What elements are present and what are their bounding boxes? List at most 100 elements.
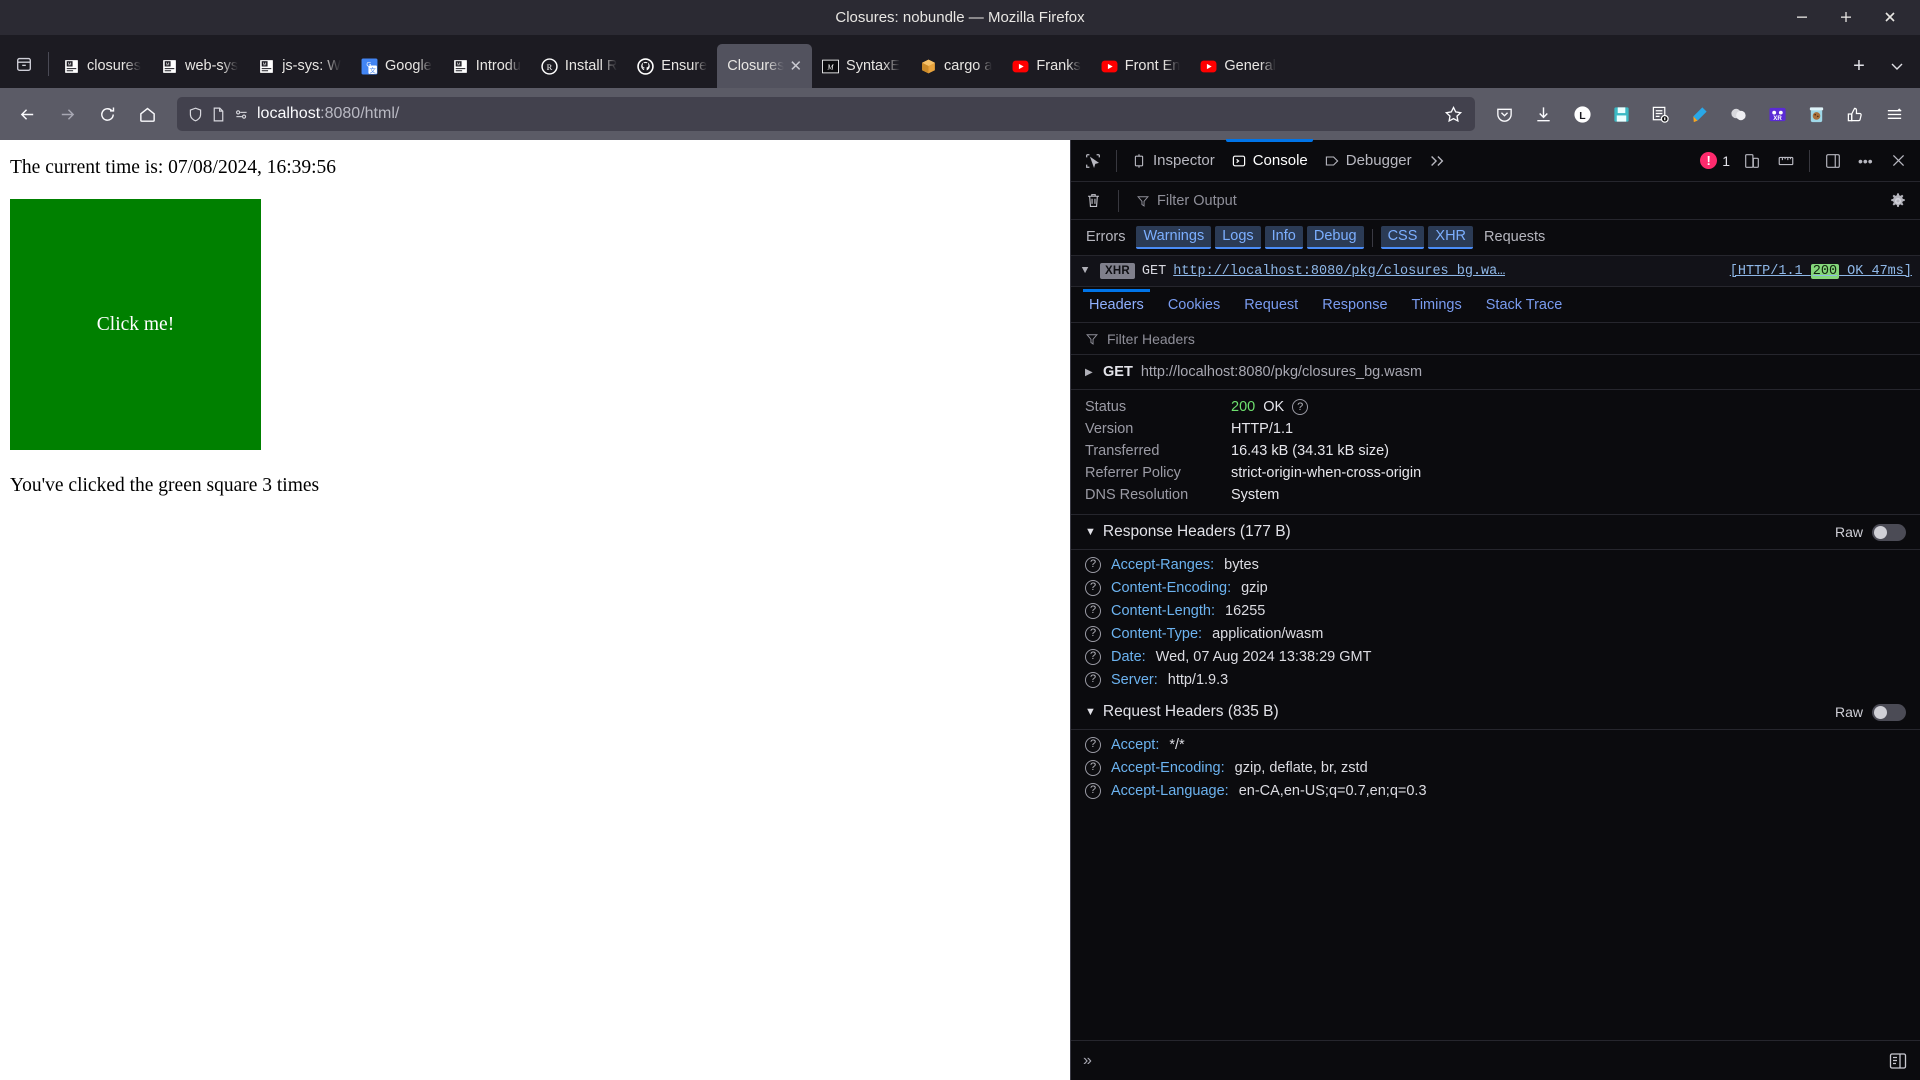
- browser-tab[interactable]: General: [1190, 44, 1286, 88]
- filter-headers-input[interactable]: Filter Headers: [1071, 323, 1920, 355]
- browser-tab[interactable]: Ensure: [627, 44, 717, 88]
- network-tab-headers[interactable]: Headers: [1077, 288, 1156, 320]
- readability-icon[interactable]: [1642, 97, 1678, 131]
- level-filter-info[interactable]: Info: [1264, 226, 1303, 249]
- level-filter-xhr[interactable]: XHR: [1428, 226, 1474, 249]
- request-headers-group-title[interactable]: ▼ Request Headers (835 B) Raw: [1071, 695, 1920, 730]
- highlighter-icon[interactable]: [1681, 97, 1717, 131]
- level-filter-css[interactable]: CSS: [1380, 226, 1425, 249]
- back-button[interactable]: [8, 97, 46, 131]
- browser-tab[interactable]: M SyntaxE: [812, 44, 910, 88]
- help-icon[interactable]: ?: [1292, 399, 1309, 415]
- browser-tab-label: js-sys: W: [282, 58, 341, 74]
- help-icon[interactable]: ?: [1085, 556, 1101, 573]
- console-eval-chevron[interactable]: »: [1083, 1052, 1092, 1070]
- reload-button[interactable]: [88, 97, 126, 131]
- trash-icon[interactable]: [1079, 188, 1107, 214]
- network-tab-request[interactable]: Request: [1232, 290, 1310, 320]
- help-icon[interactable]: ?: [1085, 736, 1101, 753]
- shield-icon[interactable]: [187, 106, 204, 123]
- list-all-tabs-button[interactable]: [1878, 44, 1916, 88]
- request-raw-toggle[interactable]: [1872, 703, 1906, 721]
- close-devtools-button[interactable]: [1883, 145, 1914, 177]
- measure-icon[interactable]: [1770, 145, 1802, 177]
- response-status-link[interactable]: [HTTP/1.1 200 OK 47ms]: [1730, 263, 1912, 279]
- tab-inspector[interactable]: Inspector: [1124, 145, 1222, 177]
- response-headers-group-title[interactable]: ▼ Response Headers (177 B) Raw: [1071, 515, 1920, 550]
- help-icon[interactable]: ?: [1085, 579, 1101, 596]
- responsive-design-mode-icon[interactable]: [1736, 145, 1768, 177]
- response-raw-toggle-wrap[interactable]: Raw: [1835, 523, 1906, 541]
- url-bar[interactable]: localhost:8080/html/: [177, 97, 1475, 131]
- close-tab-icon[interactable]: ✕: [789, 57, 802, 75]
- help-icon[interactable]: ?: [1085, 625, 1101, 642]
- element-picker-icon[interactable]: [1077, 145, 1109, 177]
- cookie-jar-icon[interactable]: [1798, 97, 1834, 131]
- page-info-icon[interactable]: [211, 106, 226, 123]
- tab-debugger[interactable]: Debugger: [1317, 145, 1419, 177]
- tracking-protection-icon[interactable]: [233, 106, 250, 123]
- response-headers-twisty[interactable]: ▼: [1085, 526, 1096, 538]
- request-headers-twisty[interactable]: ▼: [1085, 706, 1096, 718]
- tab-console[interactable]: Console: [1224, 138, 1315, 177]
- close-window-button[interactable]: [1868, 0, 1912, 35]
- request-raw-toggle-wrap[interactable]: Raw: [1835, 703, 1906, 721]
- help-icon[interactable]: ?: [1085, 782, 1101, 799]
- filter-output-input[interactable]: Filter Output: [1130, 193, 1878, 209]
- level-filter-requests[interactable]: Requests: [1477, 227, 1552, 248]
- request-summary-row[interactable]: ▶ GET http://localhost:8080/pkg/closures…: [1071, 355, 1920, 390]
- network-tab-stack-trace[interactable]: Stack Trace: [1474, 290, 1575, 320]
- network-tab-cookies[interactable]: Cookies: [1156, 290, 1232, 320]
- browser-tab[interactable]: Front En: [1091, 44, 1191, 88]
- app-menu-icon[interactable]: [1876, 97, 1912, 131]
- level-filter-debug[interactable]: Debug: [1306, 226, 1364, 249]
- network-tab-timings[interactable]: Timings: [1400, 290, 1474, 320]
- error-count-badge[interactable]: ! 1: [1696, 152, 1734, 169]
- maximize-button[interactable]: [1824, 0, 1868, 35]
- gear-icon[interactable]: [1884, 188, 1912, 214]
- devtools-options-button[interactable]: •••: [1851, 145, 1881, 177]
- browser-tab[interactable]: M Introdu: [442, 44, 531, 88]
- lastpass-icon[interactable]: L: [1564, 97, 1600, 131]
- minimize-button[interactable]: [1780, 0, 1824, 35]
- bookmark-star-icon[interactable]: [1438, 105, 1469, 124]
- browser-tab[interactable]: Franks: [1002, 44, 1090, 88]
- help-icon[interactable]: ?: [1085, 759, 1101, 776]
- browser-tab[interactable]: G 文 Google: [351, 44, 442, 88]
- help-icon[interactable]: ?: [1085, 671, 1101, 688]
- console-layout-icon[interactable]: [1888, 1051, 1908, 1071]
- headers-scroll-area[interactable]: ▶ GET http://localhost:8080/pkg/closures…: [1071, 355, 1920, 1040]
- help-icon[interactable]: ?: [1085, 648, 1101, 665]
- level-filter-errors[interactable]: Errors: [1079, 227, 1132, 248]
- browser-tab[interactable]: Mclosures: [53, 44, 151, 88]
- browser-tab[interactable]: cargo a: [910, 44, 1002, 88]
- network-tab-response[interactable]: Response: [1310, 290, 1399, 320]
- downloads-icon[interactable]: [1525, 97, 1561, 131]
- browser-tab[interactable]: Mjs-sys: W: [248, 44, 351, 88]
- more-panels-button[interactable]: [1421, 145, 1453, 177]
- ghost-privacy-icon[interactable]: [1720, 97, 1756, 131]
- url-text[interactable]: localhost:8080/html/: [257, 105, 1431, 123]
- browser-tab[interactable]: R Install R: [531, 44, 627, 88]
- new-tab-button[interactable]: +: [1840, 44, 1878, 88]
- forward-button[interactable]: [48, 97, 86, 131]
- split-console-icon[interactable]: [1817, 145, 1849, 177]
- save-page-icon[interactable]: [1603, 97, 1639, 131]
- response-raw-toggle[interactable]: [1872, 523, 1906, 541]
- request-url-link[interactable]: http://localhost:8080/pkg/closures_bg.wa…: [1173, 264, 1505, 279]
- firefox-view-button[interactable]: [4, 42, 44, 86]
- pocket-icon[interactable]: [1486, 97, 1522, 131]
- browser-tab-label: web-sys: [185, 58, 239, 74]
- webxr-icon[interactable]: XR: [1759, 97, 1795, 131]
- green-square-button[interactable]: Click me!: [10, 199, 261, 450]
- browser-tab[interactable]: Mweb-sys: [151, 44, 248, 88]
- collapse-twisty[interactable]: ▶: [1085, 367, 1095, 378]
- browser-tab[interactable]: Closures ✕: [717, 44, 813, 88]
- help-icon[interactable]: ?: [1085, 602, 1101, 619]
- home-button[interactable]: [128, 97, 166, 131]
- console-message-xhr[interactable]: ▼ XHR GET http://localhost:8080/pkg/clos…: [1071, 256, 1920, 287]
- level-filter-warnings[interactable]: Warnings: [1136, 226, 1212, 249]
- expand-twisty[interactable]: ▼: [1077, 265, 1093, 277]
- level-filter-logs[interactable]: Logs: [1215, 226, 1261, 249]
- thumbs-up-icon[interactable]: [1837, 97, 1873, 131]
